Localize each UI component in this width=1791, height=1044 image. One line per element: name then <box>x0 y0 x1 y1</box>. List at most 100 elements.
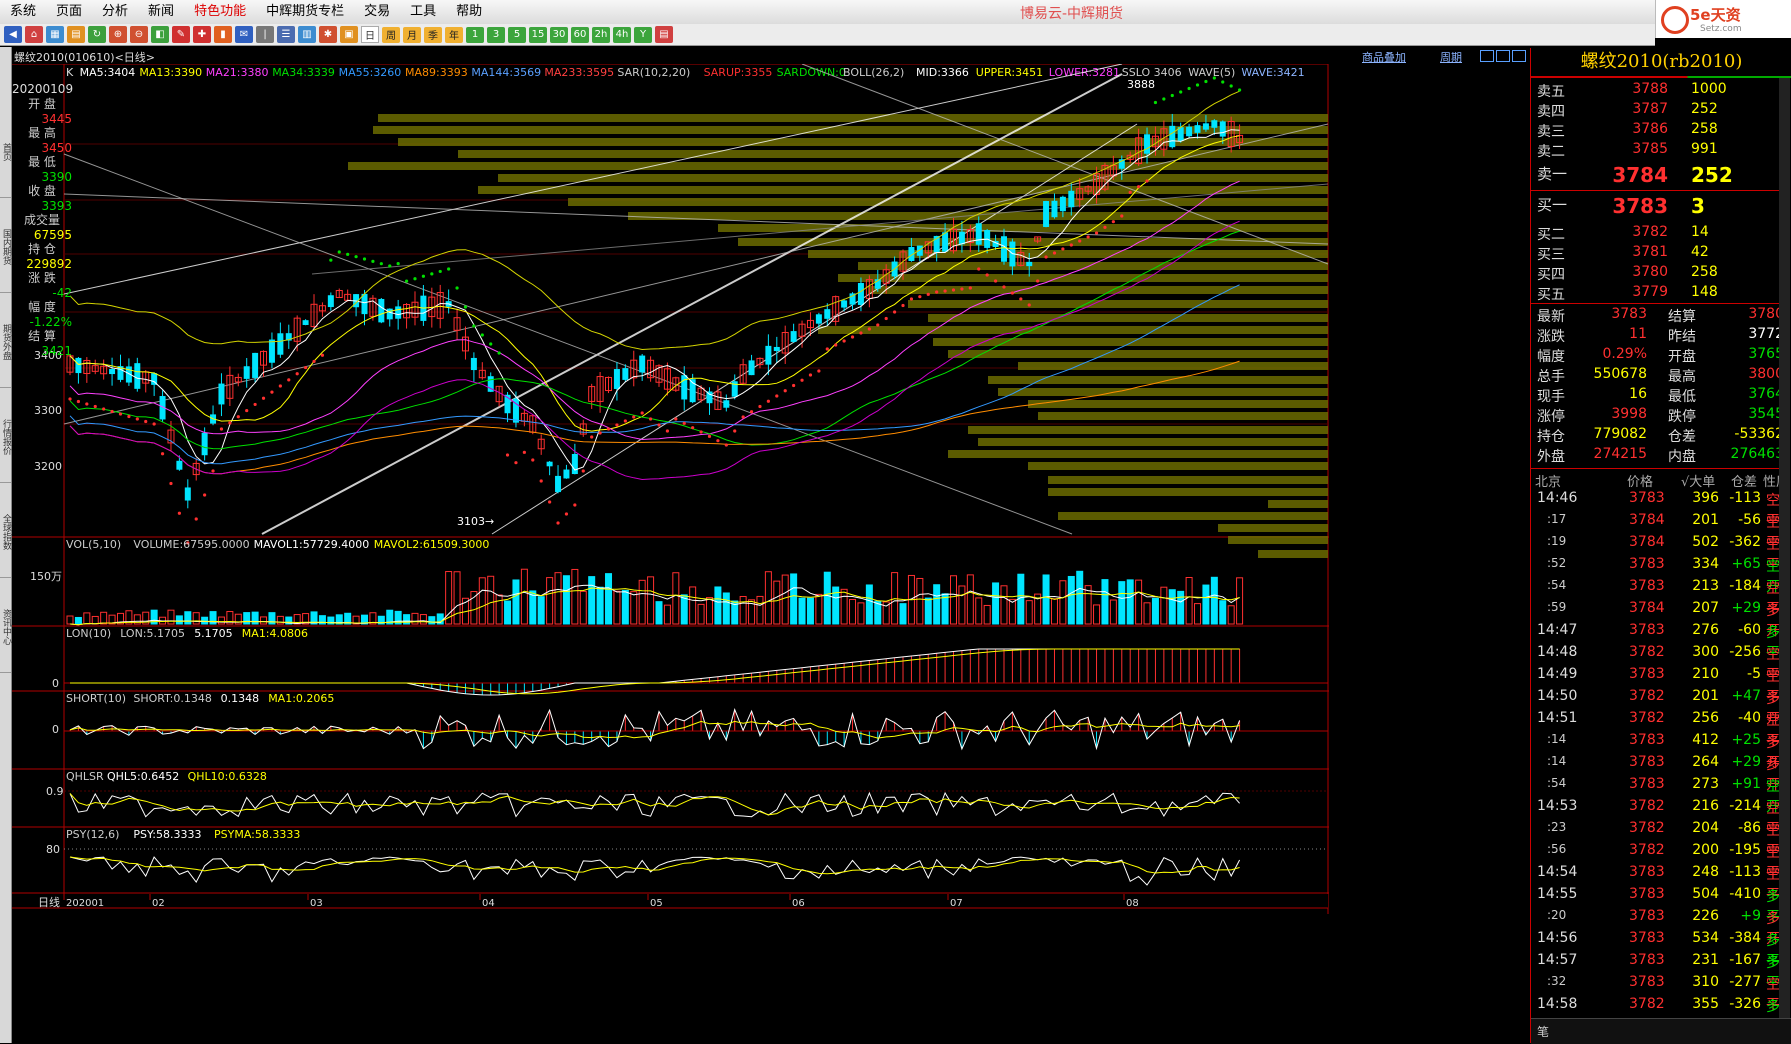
overlay-link[interactable]: 商品叠加 <box>1362 49 1416 65</box>
tick-row[interactable]: :20 3783 226 +9 多开 <box>1533 908 1788 947</box>
period-button[interactable]: Y <box>634 26 652 43</box>
tick-row[interactable]: 14:47 3783 276 -60 多平 <box>1533 622 1788 661</box>
left-tab[interactable]: 国内期货 <box>0 202 11 293</box>
period-button[interactable]: 15 <box>529 26 547 43</box>
tick-row[interactable]: :23 3782 204 -86 空平 <box>1533 820 1788 859</box>
tick-row[interactable]: :54 3783 273 +91 空开 <box>1533 776 1788 815</box>
table-view-icon[interactable]: ▤ <box>655 26 673 43</box>
tick-row[interactable]: 14:55 3783 504 -410 多平 <box>1533 886 1788 925</box>
tick-row[interactable]: 14:56 3783 534 -384 多平 <box>1533 930 1788 969</box>
left-tab[interactable]: 资讯中心 <box>0 582 11 673</box>
tick-row[interactable]: 14:50 3782 201 +47 多开 <box>1533 688 1788 727</box>
stat-value: 3998 <box>1611 406 1647 422</box>
period-button[interactable]: 周 <box>382 26 400 43</box>
period-button[interactable]: 季 <box>424 26 442 43</box>
period-button[interactable]: 60 <box>571 26 589 43</box>
monitor-icon[interactable]: ▣ <box>340 26 358 43</box>
chart-icon[interactable]: ▥ <box>298 26 316 43</box>
left-tab[interactable]: 期货外盘 <box>0 297 11 388</box>
tick-row[interactable]: :32 3783 310 -277 空平 <box>1533 974 1788 1013</box>
menu-item[interactable]: 分析 <box>92 2 138 22</box>
period-button[interactable]: 4h <box>613 26 631 43</box>
tick-row[interactable]: :54 3783 213 -184 空平 <box>1533 578 1788 617</box>
left-tab[interactable]: 行情报价 <box>0 392 11 483</box>
tick-row[interactable]: :17 3784 201 -56 空平 <box>1533 512 1788 551</box>
tick-row[interactable]: 14:46 3783 396 -113 空平 <box>1533 490 1788 529</box>
candle-body <box>857 283 864 305</box>
tick-row[interactable]: :14 3783 412 +25 多开 <box>1533 732 1788 771</box>
volume-bar <box>562 575 570 625</box>
menu-item[interactable]: 新闻 <box>138 2 184 22</box>
draw-pen-icon[interactable]: ✎ <box>172 26 190 43</box>
tick-icon[interactable]: ▮ <box>214 26 232 43</box>
period-button[interactable]: 月 <box>403 26 421 43</box>
tick-price: 3783 <box>1629 732 1665 748</box>
tick-row[interactable]: 14:51 3782 256 -40 空平 <box>1533 710 1788 749</box>
tick-row[interactable]: 14:57 3783 231 -167 多平 <box>1533 952 1788 991</box>
window-icon[interactable]: ▤ <box>67 26 85 43</box>
menu-item[interactable]: 工具 <box>400 2 446 22</box>
sar-dot <box>346 252 350 256</box>
left-tab[interactable]: 首页 <box>0 107 11 198</box>
footer-label[interactable]: 笔 <box>1537 1023 1549 1040</box>
grid-icon[interactable]: ▦ <box>46 26 64 43</box>
tick-row[interactable]: 14:583782355-326多平 <box>1533 996 1788 1035</box>
tick-row[interactable]: :56 3782 200 -195 空平 <box>1533 842 1788 881</box>
volume-bar <box>992 582 1000 625</box>
menu-item[interactable]: 中辉期货专栏 <box>256 2 354 22</box>
candle-body <box>748 360 755 376</box>
menu-item[interactable]: 页面 <box>46 2 92 22</box>
menu-item[interactable]: 特色功能 <box>184 2 256 22</box>
tick-oi-change: -184 <box>1729 578 1761 594</box>
tick-row[interactable]: :19 3784 502 -362 空平 <box>1533 534 1788 573</box>
zoom-in-icon[interactable]: ⊕ <box>109 26 127 43</box>
alert-icon[interactable]: ✱ <box>319 26 337 43</box>
quote-scrollbar[interactable] <box>1779 78 1790 1018</box>
refresh-icon[interactable]: ↻ <box>88 26 106 43</box>
volume-profile-bar <box>1028 462 1328 470</box>
period-button[interactable]: 5 <box>508 26 526 43</box>
left-tab[interactable]: 全球指数 <box>0 487 11 578</box>
tick-row[interactable]: :14 3783 264 +29 多开 <box>1533 754 1788 793</box>
sar-dot <box>531 458 535 462</box>
layers-icon[interactable]: ◧ <box>151 26 169 43</box>
tick-row[interactable]: 14:54 3783 248 -113 空平 <box>1533 864 1788 903</box>
stat-value: 276463 <box>1730 446 1784 462</box>
tick-row[interactable]: 14:49 3783 210 -5 空平 <box>1533 666 1788 705</box>
indicator-icon[interactable]: ✚ <box>193 26 211 43</box>
volume-bar <box>91 615 99 625</box>
tick-oi-change: -5 <box>1747 666 1761 682</box>
tick-row[interactable]: :52 3783 334 +65 空开 <box>1533 556 1788 595</box>
period-button[interactable]: 2h <box>592 26 610 43</box>
layout-icon[interactable] <box>1480 50 1494 62</box>
kline-chart[interactable]: K MA5:3404 MA13:3390 MA21:3380 MA34:3339 MA55… <box>12 64 1529 1043</box>
layout-icon[interactable] <box>1512 50 1526 62</box>
volume-bar <box>630 591 638 625</box>
menu-item[interactable]: 系统 <box>0 2 46 22</box>
ask-volume: 991 <box>1691 141 1718 157</box>
period-button[interactable]: 1 <box>466 26 484 43</box>
period-button[interactable]: 年 <box>445 26 463 43</box>
home-icon[interactable]: ⌂ <box>25 26 43 43</box>
stat-label: 涨停 <box>1537 409 1565 425</box>
period-link[interactable]: 周期 <box>1440 49 1472 65</box>
back-icon[interactable]: ◀ <box>4 26 22 43</box>
menu-item[interactable]: 交易 <box>354 2 400 22</box>
tick-row[interactable]: :59 3784 207 +29 多开 <box>1533 600 1788 639</box>
tick-row[interactable]: 14:48 3782 300 -256 空平 <box>1533 644 1788 683</box>
volume-profile-bar <box>908 300 1328 308</box>
candle-body <box>773 346 780 352</box>
quote-row: 卖五 3788 1000 <box>1533 81 1788 101</box>
period-day-button[interactable]: 日 <box>361 26 379 43</box>
layout-icon[interactable] <box>1496 50 1510 62</box>
period-button[interactable]: 3 <box>487 26 505 43</box>
zoom-out-icon[interactable]: ⊖ <box>130 26 148 43</box>
volume-profile-bar <box>373 126 1328 134</box>
period-button[interactable]: 30 <box>550 26 568 43</box>
news-icon[interactable]: ✉ <box>235 26 253 43</box>
sar-dot <box>135 417 139 421</box>
menu-item[interactable]: 帮助 <box>446 2 492 22</box>
tick-row[interactable]: 14:53 3782 216 -214 空平 <box>1533 798 1788 837</box>
table-icon[interactable]: ☰ <box>277 26 295 43</box>
volume-bar <box>933 584 941 625</box>
